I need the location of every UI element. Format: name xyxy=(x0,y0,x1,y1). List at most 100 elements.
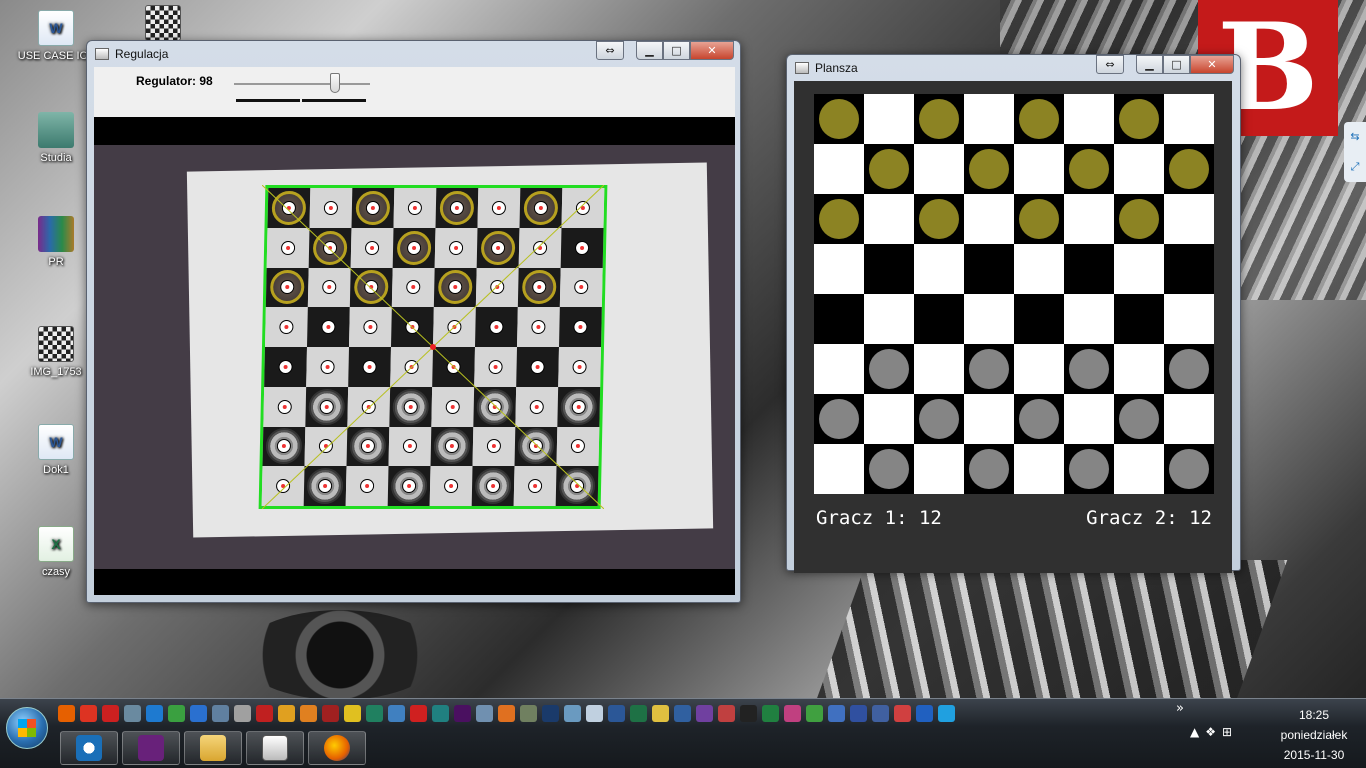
board-square[interactable] xyxy=(1014,244,1064,294)
board-square[interactable] xyxy=(964,244,1014,294)
board-square[interactable] xyxy=(964,194,1014,244)
chrome-icon[interactable] xyxy=(80,705,97,722)
maximize-button[interactable]: □ xyxy=(663,41,690,60)
regulator-slider-track[interactable] xyxy=(234,83,370,85)
board-square[interactable] xyxy=(864,394,914,444)
board-square[interactable] xyxy=(1014,344,1064,394)
player1-piece[interactable] xyxy=(1119,199,1159,239)
app-icon[interactable] xyxy=(784,705,801,722)
system-clock[interactable]: 18:25 poniedziałek 2015-11-30 xyxy=(1268,705,1360,765)
windows-start-orb[interactable] xyxy=(6,707,48,749)
board-square[interactable] xyxy=(964,94,1014,144)
taskbar-app-teamviewer[interactable] xyxy=(60,731,118,765)
board-square[interactable] xyxy=(1164,344,1214,394)
board-square[interactable] xyxy=(814,294,864,344)
board-square[interactable] xyxy=(814,344,864,394)
board-square[interactable] xyxy=(814,94,864,144)
close-button[interactable]: ✕ xyxy=(690,41,734,60)
player2-piece[interactable] xyxy=(1169,349,1209,389)
player2-piece[interactable] xyxy=(919,399,959,439)
player2-piece[interactable] xyxy=(1019,399,1059,439)
dropbox-tray-icon[interactable]: ❖ xyxy=(1205,725,1216,739)
board-square[interactable] xyxy=(1014,94,1064,144)
taskbar-app-visual-studio[interactable] xyxy=(122,731,180,765)
board-square[interactable] xyxy=(864,344,914,394)
notepad-icon[interactable] xyxy=(652,705,669,722)
vlc-icon[interactable] xyxy=(278,705,295,722)
utorrent-icon[interactable] xyxy=(168,705,185,722)
board-square[interactable] xyxy=(1014,394,1064,444)
video-icon[interactable] xyxy=(432,705,449,722)
board-square[interactable] xyxy=(1064,194,1114,244)
board-square[interactable] xyxy=(1014,194,1064,244)
board-square[interactable] xyxy=(1164,294,1214,344)
app-icon[interactable] xyxy=(520,705,537,722)
board-square[interactable] xyxy=(1164,194,1214,244)
ie-icon[interactable] xyxy=(146,705,163,722)
app-icon[interactable] xyxy=(344,705,361,722)
dropbox-icon[interactable] xyxy=(190,705,207,722)
plansza-window[interactable]: Plansza ⇔ ▁ □ ✕ Gracz 1: 12 Gracz 2: 12 xyxy=(786,54,1241,573)
show-hidden-icons-arrow[interactable]: ▲ xyxy=(1190,725,1199,739)
board-square[interactable] xyxy=(1114,444,1164,494)
board-square[interactable] xyxy=(914,194,964,244)
desktop-icon-dok1[interactable]: W Dok1 xyxy=(16,424,96,476)
teamviewer-side-panel[interactable]: ⇆ ⤢ xyxy=(1344,122,1366,182)
board-square[interactable] xyxy=(1114,94,1164,144)
board-square[interactable] xyxy=(964,294,1014,344)
board-square[interactable] xyxy=(864,444,914,494)
app-icon[interactable] xyxy=(872,705,889,722)
board-square[interactable] xyxy=(1064,344,1114,394)
board-square[interactable] xyxy=(814,194,864,244)
app-icon[interactable] xyxy=(938,705,955,722)
board-square[interactable] xyxy=(864,144,914,194)
desktop-icon-chess-image[interactable] xyxy=(123,5,203,45)
player1-piece[interactable] xyxy=(1019,99,1059,139)
close-button[interactable]: ✕ xyxy=(1190,55,1234,74)
board-square[interactable] xyxy=(1064,294,1114,344)
board-square[interactable] xyxy=(1114,144,1164,194)
app-icon[interactable] xyxy=(674,705,691,722)
board-square[interactable] xyxy=(914,294,964,344)
app-icon[interactable] xyxy=(388,705,405,722)
board-square[interactable] xyxy=(1164,244,1214,294)
board-square[interactable] xyxy=(814,144,864,194)
board-square[interactable] xyxy=(1114,294,1164,344)
minimize-button[interactable]: ▁ xyxy=(1136,55,1163,74)
player2-piece[interactable] xyxy=(969,449,1009,489)
board-square[interactable] xyxy=(964,144,1014,194)
desktop-icon-czasy[interactable]: Xczasy xyxy=(16,526,96,578)
app-icon[interactable] xyxy=(322,705,339,722)
desktop-icon-img1753[interactable]: IMG_1753 xyxy=(16,326,96,378)
blender-icon[interactable] xyxy=(498,705,515,722)
taskbar-app-window[interactable] xyxy=(246,731,304,765)
player1-piece[interactable] xyxy=(1069,149,1109,189)
board-square[interactable] xyxy=(1164,144,1214,194)
premiere-icon[interactable] xyxy=(454,705,471,722)
player2-piece[interactable] xyxy=(869,449,909,489)
board-square[interactable] xyxy=(1164,394,1214,444)
app-icon[interactable] xyxy=(850,705,867,722)
board-square[interactable] xyxy=(814,444,864,494)
player1-piece[interactable] xyxy=(919,99,959,139)
app-icon[interactable] xyxy=(828,705,845,722)
resize-arrows-button[interactable]: ⇔ xyxy=(596,41,624,60)
board-square[interactable] xyxy=(1064,444,1114,494)
player1-piece[interactable] xyxy=(869,149,909,189)
keyboard-icon[interactable] xyxy=(916,705,933,722)
record-icon[interactable] xyxy=(410,705,427,722)
opera-icon[interactable] xyxy=(102,705,119,722)
visual-studio-icon[interactable] xyxy=(696,705,713,722)
player2-piece[interactable] xyxy=(969,349,1009,389)
regulator-slider-thumb[interactable] xyxy=(330,73,341,93)
board-square[interactable] xyxy=(1164,444,1214,494)
board-square[interactable] xyxy=(864,294,914,344)
excel-icon[interactable] xyxy=(630,705,647,722)
filezilla-icon[interactable] xyxy=(256,705,273,722)
board-square[interactable] xyxy=(1064,144,1114,194)
minimize-button[interactable]: ▁ xyxy=(636,41,663,60)
board-square[interactable] xyxy=(1014,444,1064,494)
player1-piece[interactable] xyxy=(1169,149,1209,189)
player2-piece[interactable] xyxy=(1119,399,1159,439)
player2-piece[interactable] xyxy=(1069,349,1109,389)
